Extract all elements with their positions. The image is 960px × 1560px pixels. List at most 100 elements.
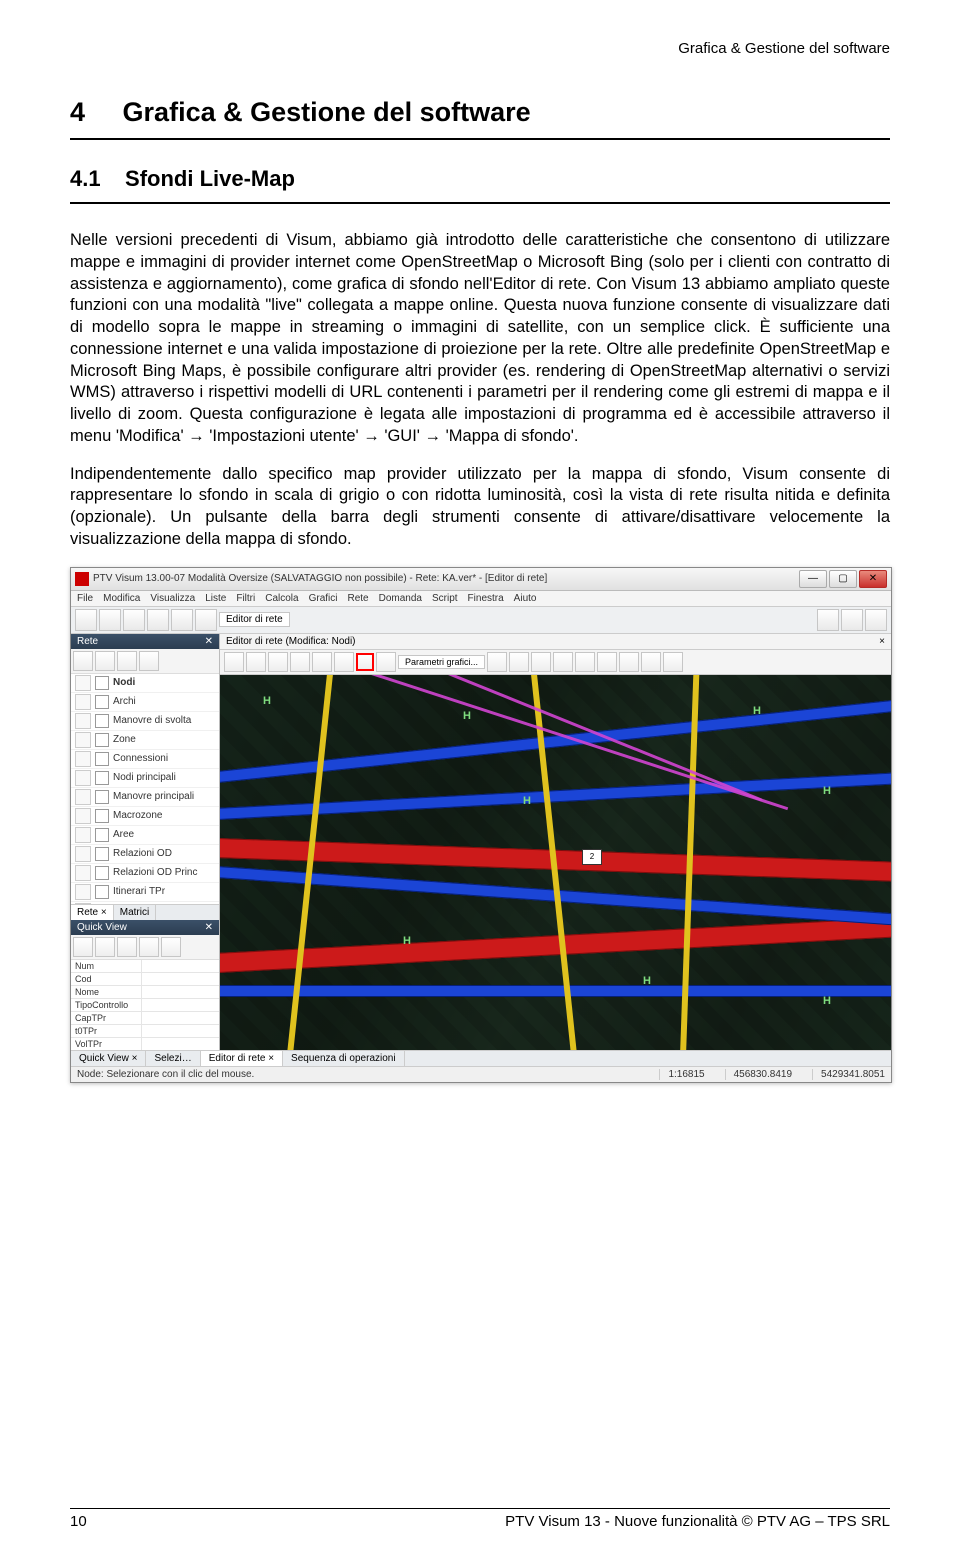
menu-visualizza[interactable]: Visualizza <box>150 593 195 604</box>
pane-pin-icon[interactable]: ✕ <box>205 922 213 933</box>
visum-window: PTV Visum 13.00-07 Modalità Oversize (SA… <box>70 567 892 1083</box>
bottom-tabs: Quick View × Selezi… Editor di rete × Se… <box>71 1050 891 1066</box>
toolbar-button[interactable] <box>817 609 839 631</box>
toolbar-button[interactable] <box>841 609 863 631</box>
close-icon[interactable]: × <box>268 1053 274 1064</box>
layer-zone[interactable]: Zone <box>71 731 219 750</box>
tool-button[interactable] <box>487 652 507 672</box>
layer-relazioni-od[interactable]: Relazioni OD <box>71 845 219 864</box>
layer-archi[interactable]: Archi <box>71 693 219 712</box>
menu-grafici[interactable]: Grafici <box>309 593 338 604</box>
tool-button[interactable] <box>575 652 595 672</box>
subtab-rete[interactable]: Rete × <box>71 905 114 920</box>
heading-chapter-num: 4 <box>70 97 85 127</box>
layer-nodi-principali[interactable]: Nodi principali <box>71 769 219 788</box>
minimize-button[interactable]: — <box>799 570 827 588</box>
toolbar-button[interactable] <box>865 609 887 631</box>
layer-relazioni-od-princ[interactable]: Relazioni OD Princ <box>71 864 219 883</box>
embedded-screenshot: PTV Visum 13.00-07 Modalità Oversize (SA… <box>70 567 890 1083</box>
footer-rule <box>70 1508 890 1509</box>
tool-button[interactable] <box>95 651 115 671</box>
rete-pane-title: Rete ✕ <box>71 634 219 649</box>
menu-calcola[interactable]: Calcola <box>265 593 298 604</box>
close-icon[interactable]: × <box>132 1053 138 1064</box>
rete-subtabs: Rete × Matrici <box>71 904 219 920</box>
tool-button[interactable] <box>312 652 332 672</box>
menu-finestra[interactable]: Finestra <box>468 593 504 604</box>
tool-button[interactable] <box>290 652 310 672</box>
heading-section-num: 4.1 <box>70 166 101 191</box>
menu-modifica[interactable]: Modifica <box>103 593 140 604</box>
tool-button[interactable] <box>376 652 396 672</box>
heading-chapter: 4 Grafica & Gestione del software <box>70 97 890 128</box>
menu-aiuto[interactable]: Aiuto <box>514 593 537 604</box>
tool-button[interactable] <box>161 937 181 957</box>
heading-section-text: Sfondi Live-Map <box>125 166 295 191</box>
tool-button[interactable] <box>139 651 159 671</box>
background-map-toggle-button[interactable] <box>356 653 374 671</box>
qv-row: Cod <box>71 973 219 986</box>
layer-manovre-principali[interactable]: Manovre principali <box>71 788 219 807</box>
tab-sequenza-operazioni[interactable]: Sequenza di operazioni <box>283 1051 405 1066</box>
toolbar-button[interactable] <box>75 609 97 631</box>
toolbar-button[interactable] <box>171 609 193 631</box>
page-number: 10 <box>70 1513 87 1530</box>
tool-button[interactable] <box>117 651 137 671</box>
tool-button[interactable] <box>139 937 159 957</box>
tab-selezione[interactable]: Selezi… <box>146 1051 200 1066</box>
pane-pin-icon[interactable]: ✕ <box>205 636 213 647</box>
tool-button[interactable] <box>334 652 354 672</box>
tool-button[interactable] <box>73 651 93 671</box>
tab-editor-rete[interactable]: Editor di rete × <box>201 1051 283 1066</box>
window-buttons: — ▢ ✕ <box>799 570 887 588</box>
editor-close-icon[interactable]: × <box>879 636 885 647</box>
layer-nodi[interactable]: Nodi <box>71 674 219 693</box>
map-canvas[interactable]: H H H H H H H H 2 <box>220 675 891 1050</box>
toolbar-button[interactable] <box>147 609 169 631</box>
menu-script[interactable]: Script <box>432 593 458 604</box>
menu-domanda[interactable]: Domanda <box>379 593 422 604</box>
layer-macrozone[interactable]: Macrozone <box>71 807 219 826</box>
tool-button[interactable] <box>619 652 639 672</box>
editor-title-row: Editor di rete (Modifica: Nodi) × <box>220 634 891 650</box>
qv-row: t0TPr <box>71 1025 219 1038</box>
tool-button[interactable] <box>509 652 529 672</box>
tool-button[interactable] <box>117 937 137 957</box>
tool-button[interactable] <box>73 937 93 957</box>
subtab-matrici[interactable]: Matrici <box>114 905 156 920</box>
tool-button[interactable] <box>553 652 573 672</box>
tool-button[interactable] <box>597 652 617 672</box>
parametri-grafici-button[interactable]: Parametri grafici... <box>398 655 485 669</box>
tool-button[interactable] <box>224 652 244 672</box>
titlebar: PTV Visum 13.00-07 Modalità Oversize (SA… <box>71 568 891 591</box>
window-title: PTV Visum 13.00-07 Modalità Oversize (SA… <box>93 573 795 584</box>
close-button[interactable]: ✕ <box>859 570 887 588</box>
menu-file[interactable]: File <box>77 593 93 604</box>
menu-rete[interactable]: Rete <box>348 593 369 604</box>
editor-panel: Editor di rete (Modifica: Nodi) × Parame… <box>220 634 891 1050</box>
layer-itinerari-tpr[interactable]: Itinerari TPr <box>71 883 219 902</box>
quickview-label: Quick View <box>77 922 127 933</box>
layer-connessioni[interactable]: Connessioni <box>71 750 219 769</box>
toolbar-button[interactable] <box>99 609 121 631</box>
tool-button[interactable] <box>663 652 683 672</box>
tool-button[interactable] <box>95 937 115 957</box>
status-coord-x: 456830.8419 <box>725 1069 792 1080</box>
toolbar-button[interactable] <box>195 609 217 631</box>
toolbar-button[interactable] <box>123 609 145 631</box>
layer-aree[interactable]: Aree <box>71 826 219 845</box>
tool-button[interactable] <box>246 652 266 672</box>
node-marker[interactable]: 2 <box>582 849 602 865</box>
rete-toolbar <box>71 649 219 674</box>
menu-liste[interactable]: Liste <box>205 593 226 604</box>
menu-filtri[interactable]: Filtri <box>236 593 255 604</box>
close-icon[interactable]: × <box>101 907 107 918</box>
tool-button[interactable] <box>268 652 288 672</box>
tool-button[interactable] <box>531 652 551 672</box>
maximize-button[interactable]: ▢ <box>829 570 857 588</box>
tool-button[interactable] <box>641 652 661 672</box>
qv-row: Num <box>71 960 219 973</box>
toolbar-mode-label[interactable]: Editor di rete <box>219 612 290 627</box>
tab-quickview[interactable]: Quick View × <box>71 1051 146 1066</box>
layer-manovre-svolta[interactable]: Manovre di svolta <box>71 712 219 731</box>
